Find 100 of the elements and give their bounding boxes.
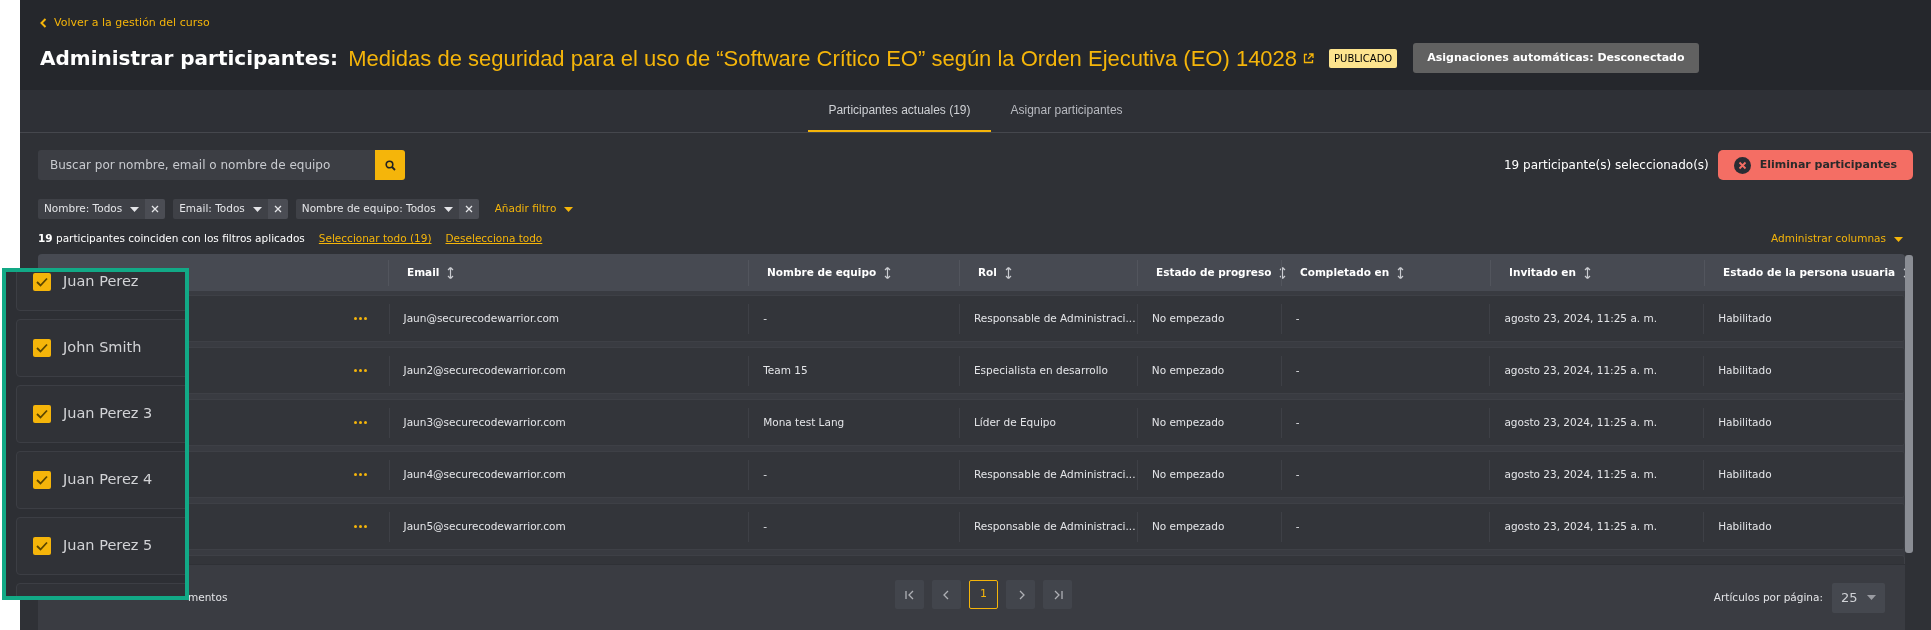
table-cell-text: - <box>763 466 767 482</box>
table-cell-text: Habilitado <box>1718 362 1772 378</box>
column-header[interactable]: Estado de progreso <box>1156 264 1272 281</box>
table-cell-text: Responsable de Administraci... <box>973 310 1136 326</box>
table-cell-text: Jaun3@securecodewarrior.com <box>403 414 566 430</box>
pagination-summary: mentos <box>188 589 228 605</box>
match-summary: 19 participantes coinciden con los filtros aplicados <box>38 231 305 247</box>
table-cell-text: Responsable de Administraci... <box>973 518 1136 534</box>
select-all-link[interactable]: Seleccionar todo (19) <box>318 231 432 247</box>
checkbox[interactable] <box>33 339 51 357</box>
table-cell-text: No empezado <box>1151 414 1225 430</box>
table-cell-text: Jaun@securecodewarrior.com <box>403 310 560 326</box>
table-cell-text: - <box>1295 414 1300 430</box>
check-icon <box>36 541 48 551</box>
checkbox[interactable] <box>33 471 51 489</box>
sort-icon <box>1004 266 1012 279</box>
table-cell-text: - <box>763 518 767 534</box>
table-cell-text: Jaun4@securecodewarrior.com <box>403 466 566 482</box>
table-cell-text: Habilitado <box>1718 466 1772 482</box>
remove-filter-button[interactable] <box>145 199 166 219</box>
check-icon <box>36 475 48 485</box>
filter-dropdown[interactable]: Email: Todos <box>173 199 268 219</box>
more-icon[interactable] <box>353 473 367 476</box>
check-icon <box>36 277 48 287</box>
manage-columns-button[interactable]: Administrar columnas <box>1771 231 1903 247</box>
caret-icon <box>1894 236 1903 242</box>
external-link-icon[interactable] <box>1303 52 1315 64</box>
table-cell-text: No empezado <box>1151 362 1225 378</box>
column-header[interactable]: Nombre de equipo <box>767 264 877 281</box>
first-page-button[interactable] <box>895 580 924 609</box>
remove-filter-button[interactable] <box>458 199 479 219</box>
column-header[interactable]: Completado en <box>1300 264 1390 281</box>
table-cell-text: Especialista en desarrollo <box>973 362 1108 378</box>
tab[interactable]: Asignar participantes <box>990 90 1143 132</box>
remove-filter-button[interactable] <box>267 199 288 219</box>
table-cell-text: agosto 23, 2024, 11:25 a. m. <box>1504 466 1658 482</box>
search-field[interactable]: Buscar por nombre, email o nombre de equipo <box>38 150 375 180</box>
caret-icon <box>1867 595 1876 600</box>
page-button[interactable]: 1 <box>969 580 998 609</box>
more-icon[interactable] <box>353 525 367 528</box>
table-cell-text: agosto 23, 2024, 11:25 a. m. <box>1504 310 1658 326</box>
checkbox[interactable] <box>33 405 51 423</box>
checkbox[interactable] <box>33 273 51 291</box>
more-icon[interactable] <box>353 369 367 372</box>
checkbox[interactable] <box>33 537 51 555</box>
table-cell-text: - <box>1295 518 1300 534</box>
filter-dropdown[interactable]: Nombre de equipo: Todos <box>295 199 459 219</box>
close-icon <box>151 205 160 213</box>
column-header[interactable]: Email <box>407 264 440 281</box>
sort-icon <box>1397 266 1405 279</box>
table-cell-text: No empezado <box>1151 466 1225 482</box>
caret-icon <box>564 206 574 212</box>
table-cell-text: - <box>1295 466 1300 482</box>
scrollbar[interactable] <box>1905 255 1913 553</box>
table-cell-text: No empezado <box>1151 310 1225 326</box>
column-header[interactable]: Invitado en <box>1509 264 1576 281</box>
tab[interactable]: Participantes actuales (19) <box>808 90 991 132</box>
check-icon <box>36 343 48 353</box>
table-cell-text: Mona test Lang <box>763 414 845 430</box>
delete-button[interactable]: Eliminar participantes <box>1717 150 1913 180</box>
sort-icon <box>884 266 892 279</box>
page-size-select[interactable]: 25 <box>1832 582 1885 613</box>
check-icon <box>36 409 48 419</box>
filter-dropdown[interactable]: Nombre: Todos <box>38 199 146 219</box>
search-button[interactable] <box>375 150 405 180</box>
participant-name: Juan Perez 5 <box>63 536 153 556</box>
table-cell-text: - <box>763 310 767 326</box>
close-icon <box>1733 156 1751 174</box>
search-icon <box>384 159 396 171</box>
page-title: Administrar participantes: <box>40 45 339 72</box>
status-badge: PUBLICADO <box>1329 48 1398 68</box>
selection-count: 19 participante(s) seleccionado(s) <box>1503 157 1709 174</box>
table-cell-text: - <box>1295 310 1300 326</box>
auto-assign-button[interactable]: Asignaciones automáticas: Desconectado <box>1413 43 1699 73</box>
caret-icon <box>130 206 140 212</box>
table-cell-text: - <box>1295 362 1300 378</box>
table-cell-text: agosto 23, 2024, 11:25 a. m. <box>1504 518 1658 534</box>
column-header[interactable]: Estado de la persona usuaria <box>1723 264 1896 281</box>
back-link[interactable]: Volver a la gestión del curso <box>40 15 210 32</box>
participant-name: Juan Perez 3 <box>63 404 153 424</box>
table-cell-text: Habilitado <box>1718 310 1772 326</box>
close-icon <box>464 205 473 213</box>
participant-name: Juan Perez 4 <box>63 470 153 490</box>
table-cell-text: Responsable de Administraci... <box>973 466 1136 482</box>
caret-icon <box>252 206 262 212</box>
table-cell-text: Habilitado <box>1718 414 1772 430</box>
table-cell-text: No empezado <box>1151 518 1225 534</box>
sort-icon <box>1279 266 1287 279</box>
add-filter-button[interactable]: Añadir filtro <box>494 201 574 217</box>
more-icon[interactable] <box>353 317 367 320</box>
column-header[interactable]: Rol <box>978 264 997 281</box>
chevron-left-icon <box>40 18 47 29</box>
participant-name: John Smith <box>63 338 142 358</box>
table-cell-text: Líder de Equipo <box>973 414 1056 430</box>
last-page-button[interactable] <box>1043 580 1072 609</box>
table-cell-text: agosto 23, 2024, 11:25 a. m. <box>1504 362 1657 378</box>
table-cell-text: Habilitado <box>1718 518 1772 534</box>
table-cell-text: Jaun5@securecodewarrior.com <box>403 518 566 534</box>
more-icon[interactable] <box>353 421 367 424</box>
deselect-all-link[interactable]: Deselecciona todo <box>445 231 543 247</box>
